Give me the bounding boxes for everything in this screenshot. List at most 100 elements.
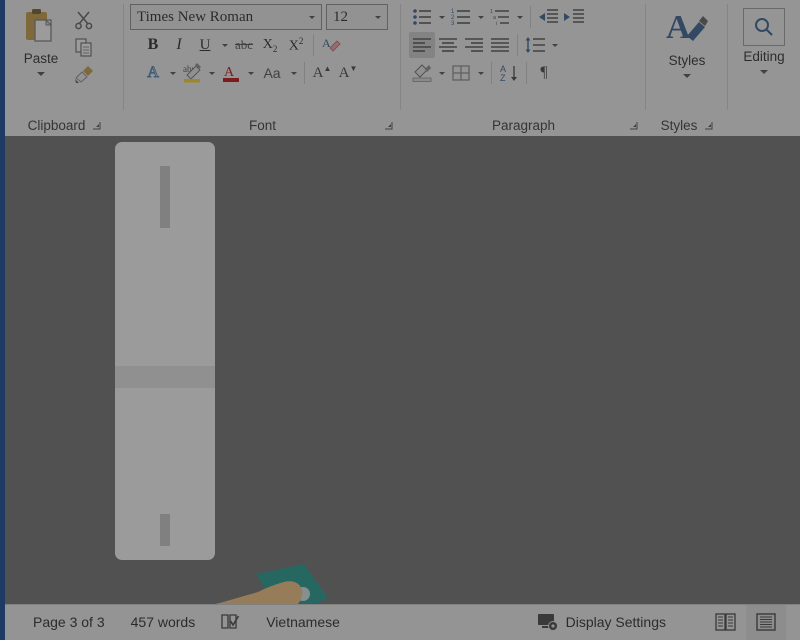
strikethrough-button[interactable]: abc <box>231 32 257 58</box>
bullets-chevron-down-icon[interactable] <box>435 4 448 30</box>
ribbon-group-editing: Editing <box>728 0 800 136</box>
numbering-split-button[interactable]: 1 2 3 <box>448 4 487 30</box>
align-left-button[interactable] <box>409 32 435 58</box>
text-highlight-chevron-down-icon[interactable] <box>205 60 218 86</box>
paragraph-row3-divider-2 <box>526 62 527 84</box>
borders-split-button[interactable] <box>448 60 487 86</box>
copy-button[interactable] <box>71 34 97 60</box>
numbering-chevron-down-icon[interactable] <box>474 4 487 30</box>
justify-button[interactable] <box>487 32 513 58</box>
superscript-button[interactable]: X2 <box>283 32 309 58</box>
text-highlight-split-button[interactable]: abr <box>179 60 218 86</box>
cut-scissors-icon <box>75 11 93 30</box>
editing-chevron-down-icon[interactable] <box>760 70 768 74</box>
show-formatting-marks-button[interactable]: ¶ <box>531 60 557 86</box>
svg-text:3: 3 <box>451 21 455 26</box>
bullets-split-button[interactable] <box>409 4 448 30</box>
display-settings-button[interactable]: Display Settings <box>537 613 666 631</box>
grow-font-button[interactable]: A▲ <box>309 60 335 86</box>
page-indicator[interactable]: Page 3 of 3 <box>33 614 105 630</box>
font-size-input[interactable]: 12 <box>326 4 388 30</box>
word-count[interactable]: 457 words <box>131 614 196 630</box>
styles-chevron-down-icon[interactable] <box>683 74 691 78</box>
paragraph-dialog-launcher-icon[interactable] <box>629 121 638 130</box>
editing-button-label: Editing <box>743 49 785 64</box>
font-color-split-button[interactable]: A <box>218 60 257 86</box>
text-placeholder-bar <box>160 514 170 546</box>
document-page-upper[interactable] <box>115 142 215 366</box>
clear-formatting-button[interactable]: A <box>318 32 344 58</box>
read-mode-icon <box>715 613 736 631</box>
change-case-split-button[interactable]: Aa <box>257 60 300 86</box>
styles-group-label: Styles <box>660 118 698 133</box>
change-case-button[interactable]: Aa <box>257 60 287 86</box>
font-size-value: 12 <box>333 8 348 25</box>
align-center-icon <box>439 38 457 52</box>
svg-text:A: A <box>666 9 691 46</box>
show-formatting-marks-icon: ¶ <box>540 64 548 81</box>
change-case-chevron-down-icon[interactable] <box>287 60 300 86</box>
align-right-button[interactable] <box>461 32 487 58</box>
font-name-value: Times New Roman <box>137 8 254 25</box>
borders-button[interactable] <box>448 60 474 86</box>
language-indicator[interactable]: Vietnamese <box>266 614 340 630</box>
paste-button[interactable]: Paste <box>13 4 69 88</box>
bullets-button[interactable] <box>409 4 435 30</box>
text-highlight-icon: abr <box>183 63 201 83</box>
editing-button[interactable]: Editing <box>736 4 792 88</box>
bold-button[interactable]: B <box>140 32 166 58</box>
underline-chevron-down-icon[interactable] <box>218 32 231 58</box>
shading-icon <box>412 64 432 82</box>
proofing-status[interactable] <box>221 614 240 630</box>
multilevel-list-split-button[interactable]: 1 a i <box>487 4 526 30</box>
line-spacing-button[interactable] <box>522 32 548 58</box>
decrease-indent-button[interactable] <box>535 4 561 30</box>
cut-button[interactable] <box>71 7 97 33</box>
text-highlight-button[interactable]: abr <box>179 60 205 86</box>
multilevel-list-chevron-down-icon[interactable] <box>513 4 526 30</box>
numbering-button[interactable]: 1 2 3 <box>448 4 474 30</box>
underline-icon: U <box>199 36 211 53</box>
font-name-input[interactable]: Times New Roman <box>130 4 322 30</box>
line-spacing-icon <box>525 37 545 53</box>
text-effects-split-button[interactable]: A <box>140 60 179 86</box>
increase-indent-button[interactable] <box>561 4 587 30</box>
ribbon-group-font: Times New Roman 12 B I U abc X2 X2 A A a… <box>124 0 401 136</box>
read-mode-button[interactable] <box>706 604 746 640</box>
subscript-button[interactable]: X2 <box>257 32 283 58</box>
paragraph-list-row: 1 2 3 1 a i <box>409 4 587 30</box>
line-spacing-chevron-down-icon[interactable] <box>548 32 561 58</box>
font-name-chevron-down-icon[interactable] <box>304 15 319 19</box>
italic-button[interactable]: I <box>166 32 192 58</box>
format-painter-button[interactable] <box>71 61 97 87</box>
line-spacing-split-button[interactable] <box>522 32 561 58</box>
shading-button[interactable] <box>409 60 435 86</box>
underline-button[interactable]: U <box>192 32 218 58</box>
multilevel-list-button[interactable]: 1 a i <box>487 4 513 30</box>
sort-icon: A Z <box>500 64 517 83</box>
shrink-font-button[interactable]: A▼ <box>335 60 361 86</box>
font-size-chevron-down-icon[interactable] <box>370 15 385 19</box>
shading-split-button[interactable] <box>409 60 448 86</box>
print-layout-button[interactable] <box>746 604 786 640</box>
styles-dialog-launcher-icon[interactable] <box>704 121 713 130</box>
paste-label: Paste <box>23 51 59 66</box>
align-center-button[interactable] <box>435 32 461 58</box>
underline-split-button[interactable]: U <box>192 32 231 58</box>
font-group-label: Font <box>248 118 276 133</box>
font-color-chevron-down-icon[interactable] <box>244 60 257 86</box>
proofing-errors-icon <box>221 614 240 629</box>
document-canvas[interactable] <box>5 136 800 604</box>
text-effects-chevron-down-icon[interactable] <box>166 60 179 86</box>
sort-button[interactable]: A Z <box>496 60 522 86</box>
paste-chevron-down-icon[interactable] <box>37 72 45 76</box>
borders-chevron-down-icon[interactable] <box>474 60 487 86</box>
clipboard-dialog-launcher-icon[interactable] <box>92 121 101 130</box>
document-page-lower[interactable] <box>115 388 215 560</box>
font-color-button[interactable]: A <box>218 60 244 86</box>
format-painter-icon <box>75 66 93 83</box>
styles-gallery-button[interactable]: A Styles <box>659 4 715 88</box>
font-dialog-launcher-icon[interactable] <box>384 121 393 130</box>
text-effects-button[interactable]: A <box>140 60 166 86</box>
shading-chevron-down-icon[interactable] <box>435 60 448 86</box>
